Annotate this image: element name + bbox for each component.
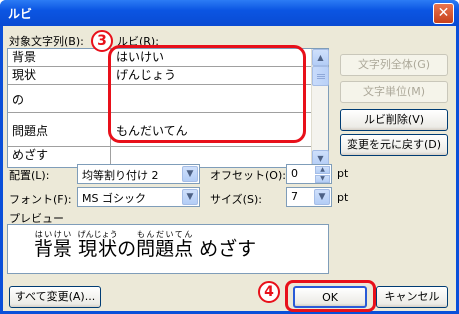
- ruby-text-cell[interactable]: [112, 147, 312, 165]
- scroll-thumb[interactable]: [312, 66, 329, 86]
- base-text-cell[interactable]: めざす: [8, 147, 111, 165]
- font-value: MS ゴシック: [82, 192, 146, 205]
- offset-spinner[interactable]: 0 ▲ ▼: [286, 164, 332, 184]
- title-bar[interactable]: ルビ ✕: [0, 0, 459, 26]
- base-text-cell[interactable]: 背景: [8, 49, 111, 67]
- restore-button[interactable]: 変更を元に戻す(D): [340, 134, 448, 156]
- preview-text: 背景はいけい 現状げんじょうの問題点もんだいてん めざす: [34, 230, 256, 261]
- target-string-label: 対象文字列(B):: [9, 35, 84, 48]
- annotation-box-ok: [285, 280, 376, 312]
- ruby-dialog: ルビ ✕ 対象文字列(B): ルビ(R): 背景 はいけい 現状 げんじょう の…: [0, 0, 459, 314]
- char-unit-button[interactable]: 文字単位(M): [340, 81, 448, 103]
- preview-segment: の: [117, 238, 137, 260]
- placement-value: 均等割り付け 2: [82, 169, 159, 182]
- whole-string-button[interactable]: 文字列全体(G): [340, 54, 448, 76]
- grid-row: めざす: [8, 147, 312, 165]
- size-spinner[interactable]: 7 ▼: [286, 187, 332, 207]
- font-select[interactable]: MS ゴシック ▼: [77, 187, 200, 207]
- grid-scrollbar[interactable]: ▲ ▼: [311, 49, 329, 167]
- preview-segment: 問題点もんだいてん: [136, 230, 194, 260]
- annotation-box-ruby: [108, 45, 306, 143]
- base-text-cell[interactable]: 現状: [8, 67, 111, 85]
- window-title: ルビ: [8, 7, 33, 21]
- size-value: 7: [291, 190, 298, 203]
- font-label: フォント(F):: [9, 193, 72, 206]
- base-text-cell[interactable]: 問題点: [8, 113, 111, 147]
- scroll-up-icon[interactable]: ▲: [312, 49, 329, 66]
- placement-select[interactable]: 均等割り付け 2 ▼: [77, 164, 200, 184]
- size-label: サイズ(S):: [210, 193, 262, 206]
- base-text-cell[interactable]: の: [8, 85, 111, 113]
- offset-label: オフセット(O):: [210, 169, 286, 182]
- close-button[interactable]: ✕: [433, 3, 454, 24]
- preview-segment: 背景はいけい: [34, 230, 73, 260]
- preview-segment: 現状げんじょう: [77, 230, 118, 260]
- close-icon: ✕: [437, 5, 450, 21]
- preview-box: 背景はいけい 現状げんじょうの問題点もんだいてん めざす: [7, 224, 329, 274]
- chevron-down-icon[interactable]: ▼: [182, 189, 198, 205]
- spin-down-icon[interactable]: ▼: [315, 175, 330, 183]
- chevron-down-icon[interactable]: ▼: [182, 166, 198, 182]
- spin-up-icon[interactable]: ▲: [315, 166, 330, 174]
- delete-ruby-button[interactable]: ルビ削除(V): [340, 109, 448, 131]
- chevron-down-icon[interactable]: ▼: [314, 189, 330, 205]
- annotation-step-4: 4: [258, 281, 280, 303]
- size-unit: pt: [337, 191, 349, 204]
- dialog-body: 対象文字列(B): ルビ(R): 背景 はいけい 現状 げんじょう の 問題点 …: [3, 26, 456, 312]
- cancel-button[interactable]: キャンセル: [376, 286, 448, 308]
- preview-segment: めざす: [199, 238, 257, 260]
- annotation-step-3: 3: [91, 30, 113, 52]
- offset-value: 0: [291, 167, 298, 180]
- change-all-button[interactable]: すべて変更(A)...: [9, 286, 101, 308]
- placement-label: 配置(L):: [9, 169, 50, 182]
- offset-unit: pt: [337, 167, 349, 180]
